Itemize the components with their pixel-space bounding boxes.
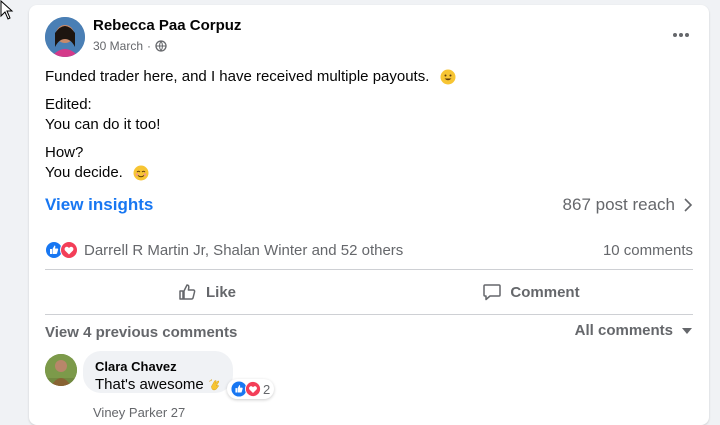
thumbs-up-icon bbox=[179, 284, 196, 300]
divider bbox=[45, 269, 693, 270]
divider bbox=[45, 314, 693, 315]
reaction-names[interactable]: Darrell R Martin Jr, Shalan Winter and 5… bbox=[84, 242, 403, 259]
love-reaction-icon bbox=[245, 381, 261, 397]
post-paragraph: How? bbox=[45, 144, 84, 161]
post-paragraph: You can do it too! bbox=[45, 116, 161, 133]
comment-button[interactable]: Comment bbox=[369, 275, 693, 309]
author-avatar[interactable] bbox=[45, 17, 85, 57]
chevron-right-icon bbox=[684, 198, 693, 212]
post-paragraph: Edited: bbox=[45, 96, 92, 113]
blush-emoji-icon bbox=[133, 165, 149, 181]
comments-count[interactable]: 10 comments bbox=[603, 242, 693, 259]
comment-bubble-icon bbox=[483, 284, 502, 301]
comment-reaction-count: 2 bbox=[263, 381, 271, 397]
post-meta: 30 March · bbox=[93, 39, 167, 53]
post-date[interactable]: 30 March bbox=[93, 39, 143, 53]
post-paragraph: You decide. bbox=[45, 163, 685, 183]
mouse-cursor-icon bbox=[0, 0, 14, 20]
comment-filter-dropdown[interactable]: All comments bbox=[575, 322, 693, 339]
comment-label: Comment bbox=[510, 283, 580, 301]
reactions-row: Darrell R Martin Jr, Shalan Winter and 5… bbox=[45, 238, 693, 262]
smiley-emoji-icon bbox=[440, 69, 456, 85]
comment-filter-label: All comments bbox=[574, 322, 673, 339]
reaction-icons[interactable] bbox=[45, 241, 78, 259]
public-globe-icon bbox=[155, 40, 167, 52]
comment-reactions[interactable]: 2 bbox=[227, 379, 275, 399]
author-name[interactable]: Rebecca Paa Corpuz bbox=[93, 17, 241, 34]
love-reaction-icon bbox=[60, 241, 78, 259]
next-comment-author-partial[interactable]: Viney Parker 27 bbox=[93, 405, 185, 420]
post-reach-button[interactable]: 867 post reach bbox=[563, 195, 693, 215]
like-button[interactable]: Like bbox=[45, 275, 369, 309]
more-options-button[interactable] bbox=[667, 25, 695, 45]
view-previous-comments-link[interactable]: View 4 previous comments bbox=[45, 324, 237, 341]
commenter-avatar[interactable] bbox=[45, 354, 77, 386]
like-label: Like bbox=[205, 283, 236, 301]
post-body: Funded trader here, and I have received … bbox=[45, 67, 685, 191]
view-insights-link[interactable]: View insights bbox=[45, 195, 153, 215]
action-bar: Like Comment bbox=[45, 275, 693, 309]
post-card: Rebecca Paa Corpuz 30 March · Funded tra… bbox=[29, 5, 709, 425]
comment-bubble: Clara Chavez That's awesome bbox=[83, 351, 233, 393]
post-paragraph: Funded trader here, and I have received … bbox=[45, 67, 685, 87]
comment-text: That's awesome bbox=[95, 375, 221, 395]
clapping-hands-emoji-icon bbox=[209, 379, 219, 391]
caret-down-icon bbox=[682, 327, 692, 334]
post-reach-text: 867 post reach bbox=[562, 195, 675, 214]
commenter-name[interactable]: Clara Chavez bbox=[95, 359, 221, 375]
more-dots-icon bbox=[673, 33, 689, 37]
